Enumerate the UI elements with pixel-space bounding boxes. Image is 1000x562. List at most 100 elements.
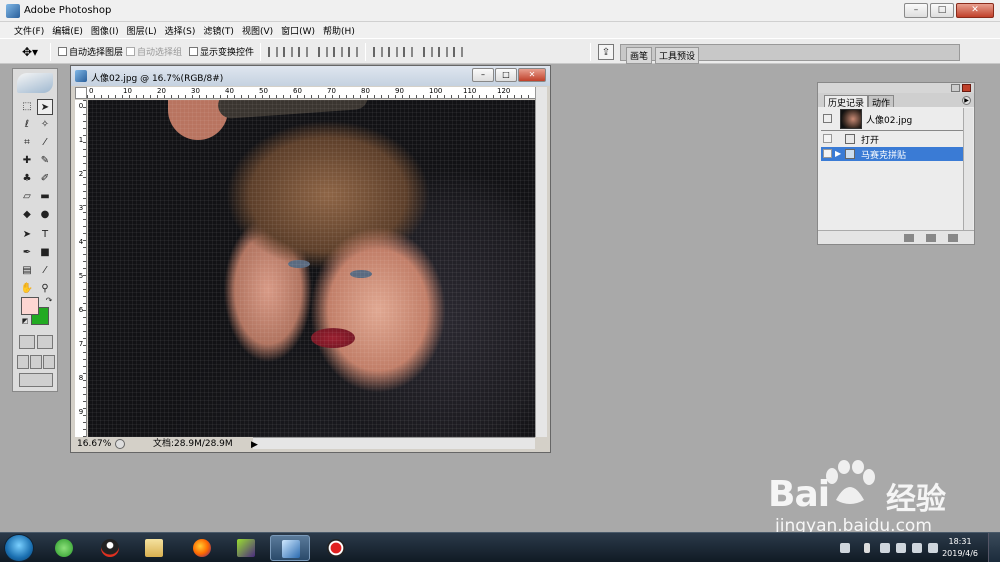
standard-mode-button[interactable] [19,335,35,349]
tray-network-icon[interactable] [880,543,890,553]
zoom-level[interactable]: 16.67% [77,439,111,449]
tab-actions[interactable]: 动作 [868,95,895,109]
history-state-slider-icon[interactable]: ▶ [835,149,841,158]
taskbar-app-firefox[interactable] [182,535,222,561]
history-snapshot[interactable]: 人像02.jpg [821,108,963,130]
jump-to-imageready-button[interactable] [19,373,53,387]
history-step-selected[interactable]: ▶ 马赛克拼贴 [821,147,963,161]
snapshot-brush-source-icon[interactable] [823,114,832,123]
eraser-tool-icon[interactable]: ▱ [19,189,35,205]
vertical-scrollbar[interactable] [535,87,547,437]
show-desktop-button[interactable] [988,533,1000,562]
taskbar-app-recorder[interactable] [316,535,356,561]
palette-tab-tool-presets[interactable]: 工具预设 [655,47,700,64]
step-brush-source-checkbox[interactable] [823,149,832,158]
foreground-color-swatch[interactable] [21,297,39,315]
type-tool-icon[interactable]: T [37,227,53,243]
status-menu-arrow-icon[interactable]: ▶ [251,440,258,450]
pen-tool-icon[interactable]: ✒ [19,245,35,261]
taskbar-app-explorer[interactable] [134,535,174,561]
distribute-hcenter-icon[interactable] [438,47,448,57]
history-step[interactable]: 打开 [821,132,963,146]
taskbar-app-media[interactable] [226,535,266,561]
magic-wand-tool-icon[interactable]: ✧ [37,117,53,133]
marquee-tool-icon[interactable]: ⬚ [19,99,35,115]
blur-tool-icon[interactable]: ◆ [19,207,35,223]
screen-mode-full-menu-button[interactable] [30,355,42,369]
lasso-tool-icon[interactable]: ℓ [19,117,35,133]
minimize-button[interactable]: – [904,3,928,18]
align-left-icon[interactable] [318,47,328,57]
tray-arrow-icon[interactable] [864,543,870,553]
path-selection-tool-icon[interactable]: ➤ [19,227,35,243]
menu-window[interactable]: 窗口(W) [277,22,319,38]
tray-usb-icon[interactable] [896,543,906,553]
move-tool-icon[interactable]: ➤ [37,99,53,115]
distribute-bottom-icon[interactable] [403,47,413,57]
tray-keyboard-icon[interactable] [840,543,850,553]
taskbar-app-360[interactable] [44,535,84,561]
ruler-origin[interactable] [75,87,87,99]
start-button[interactable] [4,534,34,562]
panel-minimize-icon[interactable] [951,84,960,92]
distribute-left-icon[interactable] [423,47,433,57]
healing-brush-tool-icon[interactable]: ✚ [19,153,35,169]
menu-layer[interactable]: 图层(L) [123,22,161,38]
shape-tool-icon[interactable]: ■ [37,245,53,261]
taskbar-app-qq[interactable] [90,535,130,561]
horizontal-ruler[interactable]: 0 10 20 30 40 50 60 70 80 90 100 110 120 [87,87,537,99]
menu-file[interactable]: 文件(F) [10,22,48,38]
distribute-top-icon[interactable] [373,47,383,57]
menu-edit[interactable]: 编辑(E) [48,22,87,38]
move-tool-icon[interactable]: ✥▾ [22,45,38,59]
doc-minimize-button[interactable]: – [472,68,494,82]
menu-help[interactable]: 帮助(H) [319,22,359,38]
menu-image[interactable]: 图像(I) [87,22,123,38]
hand-tool-icon[interactable]: ✋ [19,281,35,297]
align-hcenter-icon[interactable] [333,47,343,57]
history-scrollbar[interactable] [963,108,973,231]
tray-input-icon[interactable] [928,543,938,553]
quick-mask-mode-button[interactable] [37,335,53,349]
gradient-tool-icon[interactable]: ▬ [37,189,53,205]
menu-view[interactable]: 视图(V) [238,22,277,38]
auto-select-layer-checkbox[interactable] [58,47,67,56]
align-bottom-icon[interactable] [298,47,308,57]
volume-icon[interactable] [912,543,922,553]
notes-tool-icon[interactable]: ▤ [19,263,35,279]
doc-close-button[interactable]: ✕ [518,68,546,82]
dodge-tool-icon[interactable]: ● [37,207,53,223]
brush-tool-icon[interactable]: ✎ [37,153,53,169]
horizontal-scrollbar[interactable] [253,437,535,449]
history-panel-header[interactable] [818,83,974,93]
image-canvas[interactable] [88,100,537,437]
swap-colors-icon[interactable]: ↷ [41,293,57,309]
photoshop-feather-icon[interactable] [17,73,53,93]
menu-filter[interactable]: 滤镜(T) [199,22,238,38]
vertical-ruler[interactable]: 0 1 2 3 4 5 6 7 8 9 [75,100,87,437]
clone-stamp-tool-icon[interactable]: ♣ [19,171,35,187]
status-info-icon[interactable] [115,439,125,449]
show-transform-checkbox[interactable] [189,47,198,56]
align-top-icon[interactable] [268,47,278,57]
file-browser-icon[interactable]: ⇪ [598,44,614,60]
tab-history[interactable]: 历史记录 [824,95,869,109]
distribute-right-icon[interactable] [453,47,463,57]
slice-tool-icon[interactable]: ⁄ [37,135,53,151]
eyedropper-tool-icon[interactable]: ⁄ [37,263,53,279]
default-colors-icon[interactable]: ◩ [17,313,33,329]
crop-tool-icon[interactable]: ⌗ [19,135,35,151]
menu-select[interactable]: 选择(S) [161,22,200,38]
palette-tab-brushes[interactable]: 画笔 [626,47,653,64]
close-button[interactable]: ✕ [956,3,994,18]
taskbar-app-photoshop[interactable] [270,535,310,561]
distribute-vcenter-icon[interactable] [388,47,398,57]
align-vcenter-icon[interactable] [283,47,293,57]
new-document-from-state-icon[interactable] [904,234,914,242]
document-titlebar[interactable]: 人像02.jpg @ 16.7%(RGB/8#) – □ ✕ [71,66,550,86]
history-brush-tool-icon[interactable]: ✐ [37,171,53,187]
screen-mode-full-button[interactable] [43,355,55,369]
doc-maximize-button[interactable]: □ [495,68,517,82]
maximize-button[interactable]: □ [930,3,954,18]
panel-menu-icon[interactable]: ▶ [962,96,971,105]
